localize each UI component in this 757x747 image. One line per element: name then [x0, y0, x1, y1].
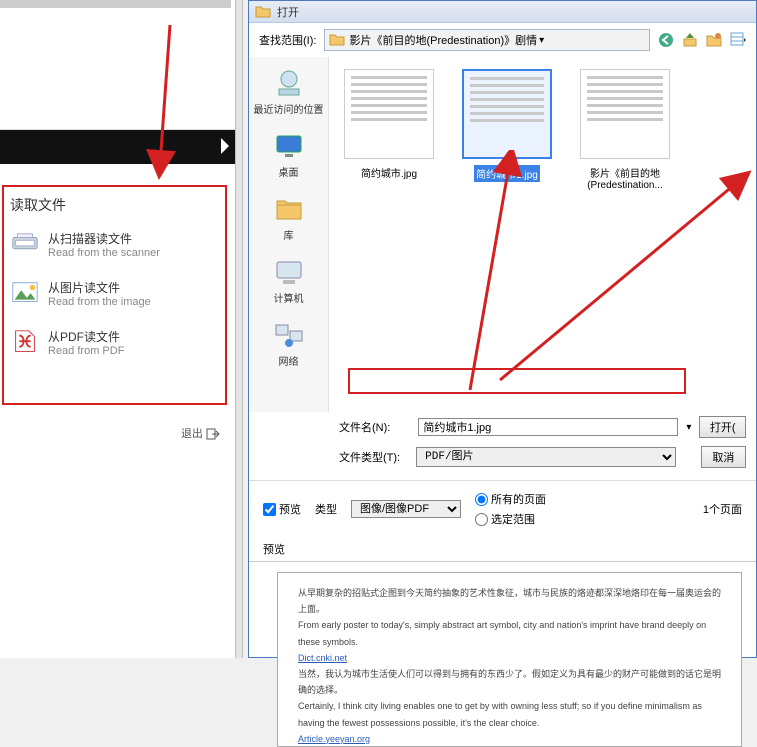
file-item-selected[interactable]: 简约城市1.jpg — [457, 69, 557, 191]
black-bar — [0, 130, 235, 164]
title-bar: 打开 — [249, 1, 756, 23]
exit-button[interactable]: 退出 — [0, 425, 230, 441]
dropdown-arrow-icon: ▾ — [539, 35, 544, 46]
type-label: 类型 — [315, 501, 337, 517]
range-toolbar — [658, 32, 746, 48]
scanner-zh: 从扫描器读文件 — [48, 230, 160, 247]
file-item[interactable]: 影片《前目的地(Predestination... — [575, 69, 675, 191]
read-from-scanner[interactable]: 从扫描器读文件 Read from the scanner — [10, 230, 219, 259]
image-icon — [10, 279, 40, 307]
pdf-icon — [10, 328, 40, 356]
left-top-area — [0, 0, 235, 130]
open-button[interactable]: 打开( — [699, 416, 746, 438]
scanner-icon — [10, 230, 40, 258]
filetype-row: 文件类型(T): PDF/图片 取消 — [329, 442, 756, 472]
filename-label: 文件名(N): — [339, 419, 410, 435]
page-count-label: 1个页面 — [703, 501, 742, 517]
range-dropdown[interactable]: 影片《前目的地(Predestination)》剧情 ▾ — [324, 29, 650, 51]
vertical-divider — [235, 0, 243, 658]
filetype-label: 文件类型(T): — [339, 449, 408, 465]
cancel-button[interactable]: 取消 — [701, 446, 746, 468]
place-recent[interactable]: 最近访问的位置 — [254, 67, 324, 116]
read-from-pdf[interactable]: 从PDF读文件 Read from PDF — [10, 328, 219, 357]
open-dialog: 打开 查找范围(I): 影片《前目的地(Predestination)》剧情 ▾… — [248, 0, 757, 658]
up-icon[interactable] — [682, 32, 698, 48]
scanner-en: Read from the scanner — [48, 247, 160, 259]
display-type-select[interactable]: 图像/图像PDF — [351, 500, 461, 518]
radio-all-pages[interactable]: 所有的页面 — [475, 491, 546, 507]
lookup-range-row: 查找范围(I): 影片《前目的地(Predestination)》剧情 ▾ — [249, 23, 756, 57]
read-title: 读取文件 — [10, 195, 219, 215]
file-item[interactable]: 简约城市.jpg — [339, 69, 439, 191]
place-library[interactable]: 库 — [273, 193, 305, 242]
view-menu-icon[interactable] — [730, 32, 746, 48]
folder-icon — [329, 33, 345, 47]
preview-checkbox[interactable]: 预览 — [263, 501, 301, 517]
options-row: 预览 类型 图像/图像PDF 所有的页面 选定范围 1个页面 — [249, 480, 756, 537]
pdf-zh: 从PDF读文件 — [48, 328, 124, 345]
read-file-section: 读取文件 从扫描器读文件 Read from the scanner 从图片读文… — [2, 185, 227, 405]
range-label: 查找范围(I): — [259, 32, 316, 48]
places-column: 最近访问的位置 桌面 库 计算机 网络 — [249, 57, 329, 412]
filetype-select[interactable]: PDF/图片 — [416, 447, 676, 467]
left-panel: 读取文件 从扫描器读文件 Read from the scanner 从图片读文… — [0, 0, 235, 658]
dialog-title-text: 打开 — [277, 4, 299, 20]
file-list[interactable]: 简约城市.jpg 简约城市1.jpg 影片《前目的地(Predestinatio… — [329, 57, 756, 412]
pdf-en: Read from PDF — [48, 345, 124, 357]
read-from-image[interactable]: 从图片读文件 Read from the image — [10, 279, 219, 308]
place-desktop[interactable]: 桌面 — [273, 130, 305, 179]
exit-icon — [206, 428, 220, 440]
open-folder-icon — [255, 4, 271, 20]
place-network[interactable]: 网络 — [273, 319, 305, 368]
image-zh: 从图片读文件 — [48, 279, 151, 296]
chevron-right-icon — [221, 138, 229, 154]
new-folder-icon[interactable] — [706, 32, 722, 48]
image-en: Read from the image — [48, 296, 151, 308]
radio-range[interactable]: 选定范围 — [475, 511, 546, 527]
place-computer[interactable]: 计算机 — [273, 256, 305, 305]
preview-section-label: 预览 — [249, 537, 756, 562]
preview-content: 从早期复杂的招贴式企图到今天简约抽象的艺术性象征，城市与民族的烙迹都深深地烙印在… — [277, 572, 742, 747]
filename-input[interactable] — [418, 418, 678, 436]
back-icon[interactable] — [658, 32, 674, 48]
filename-row: 文件名(N): ▾ 打开( — [329, 412, 756, 442]
